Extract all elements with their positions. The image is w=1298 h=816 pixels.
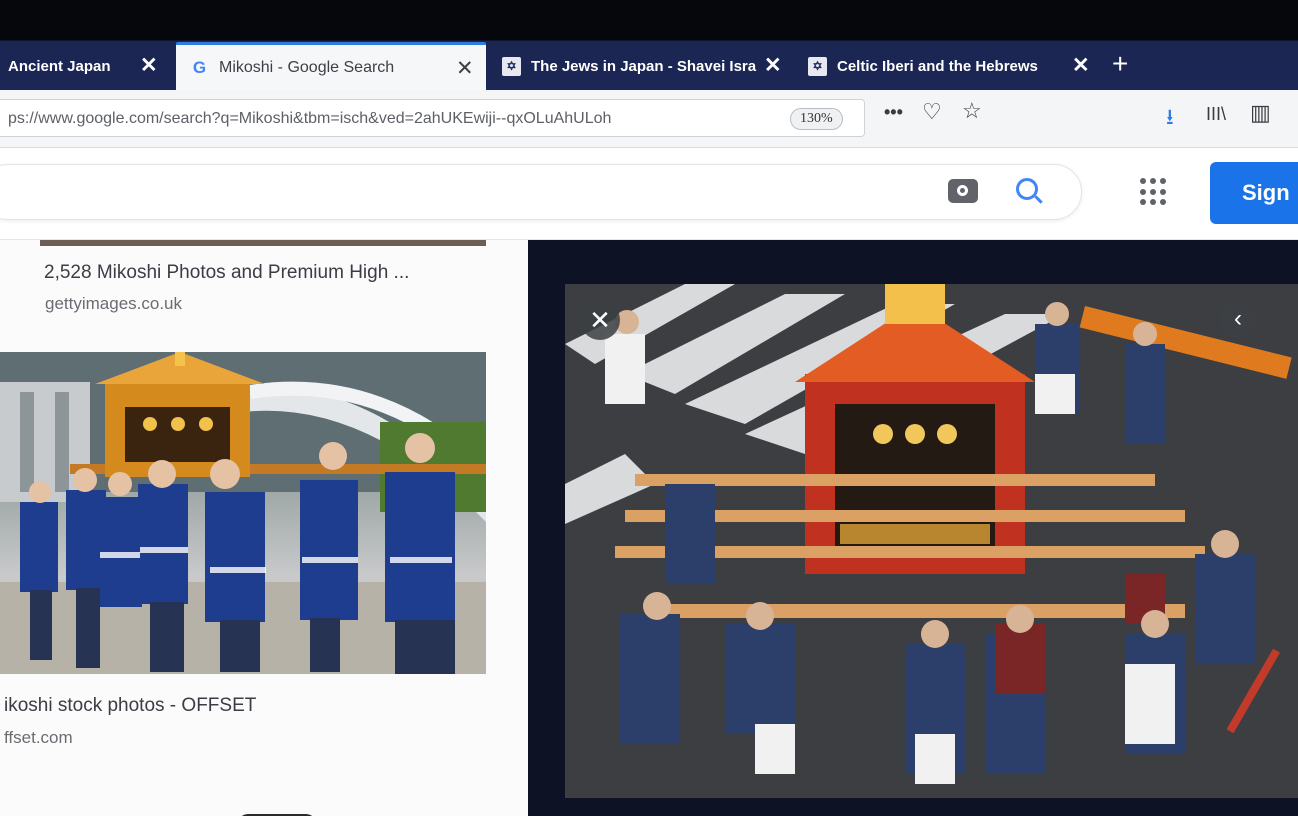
result-thumbnail[interactable] xyxy=(180,796,340,816)
star-of-david-favicon-icon: ✡ xyxy=(808,56,827,76)
apps-grid-icon[interactable] xyxy=(1140,178,1168,206)
result-title[interactable]: 2,528 Mikoshi Photos and Premium High ..… xyxy=(44,262,409,284)
url-bar[interactable]: ps://www.google.com/search?q=Mikoshi&tbm… xyxy=(0,99,865,137)
result-domain[interactable]: gettyimages.co.uk xyxy=(45,294,182,314)
close-tab-icon[interactable]: ✕ xyxy=(456,56,474,81)
download-icon[interactable]: ⭳ xyxy=(1166,100,1174,138)
search-input[interactable] xyxy=(0,164,1082,220)
image-preview-panel xyxy=(528,240,1298,816)
url-text[interactable]: ps://www.google.com/search?q=Mikoshi&tbm… xyxy=(8,110,768,128)
zoom-level-button[interactable]: 130% xyxy=(790,108,843,130)
result-title[interactable]: ikoshi stock photos - OFFSET xyxy=(4,695,256,717)
search-icon[interactable] xyxy=(1016,178,1038,200)
pocket-icon[interactable]: ♡ xyxy=(922,99,942,125)
mikoshi-procession-image xyxy=(565,284,1298,798)
close-tab-icon[interactable]: ✕ xyxy=(764,53,782,78)
previous-thumbnail-edge[interactable] xyxy=(40,240,486,246)
tab-bar: Ancient Japan ✕ G Mikoshi - Google Searc… xyxy=(0,0,1298,92)
close-preview-button[interactable]: ✕ xyxy=(580,300,620,340)
image-results-column: 2,528 Mikoshi Photos and Premium High ..… xyxy=(0,240,528,816)
google-favicon-icon: G xyxy=(192,57,207,77)
mikoshi-carriers-image xyxy=(0,352,486,674)
new-tab-button[interactable]: + xyxy=(1112,48,1128,80)
google-header: Sign xyxy=(0,148,1298,240)
close-tab-icon[interactable]: ✕ xyxy=(1072,53,1090,78)
previous-image-button[interactable]: ‹ xyxy=(1220,302,1256,338)
preview-image[interactable] xyxy=(565,284,1298,798)
star-of-david-favicon-icon: ✡ xyxy=(502,56,521,76)
tab-label: The Jews in Japan - Shavei Isra xyxy=(531,57,757,75)
sidebar-icon[interactable]: ▥ xyxy=(1250,100,1271,126)
page-actions-icon[interactable]: ••• xyxy=(884,102,903,123)
tab-label: Mikoshi - Google Search xyxy=(219,58,395,76)
sign-in-button[interactable]: Sign xyxy=(1210,162,1298,224)
result-domain[interactable]: ffset.com xyxy=(4,728,73,748)
tab-label: Celtic Iberi and the Hebrews xyxy=(837,57,1038,75)
result-thumbnail[interactable] xyxy=(0,352,486,674)
tab-jews-in-japan[interactable]: ✡ The Jews in Japan - Shavei Isra ✕ xyxy=(498,42,790,90)
partial-thumbnail-image xyxy=(242,814,312,816)
tab-mikoshi-google-search[interactable]: G Mikoshi - Google Search ✕ xyxy=(176,42,486,90)
close-tab-icon[interactable]: ✕ xyxy=(140,53,158,78)
camera-icon[interactable] xyxy=(948,179,978,203)
tab-ancient-japan[interactable]: Ancient Japan ✕ xyxy=(0,42,174,90)
tab-label: Ancient Japan xyxy=(8,57,111,75)
bookmark-star-icon[interactable]: ☆ xyxy=(962,98,982,124)
tab-celtic-iberi[interactable]: ✡ Celtic Iberi and the Hebrews ✕ xyxy=(806,42,1102,90)
navigation-toolbar: ps://www.google.com/search?q=Mikoshi&tbm… xyxy=(0,90,1298,148)
library-icon[interactable]: III\ xyxy=(1206,104,1226,125)
